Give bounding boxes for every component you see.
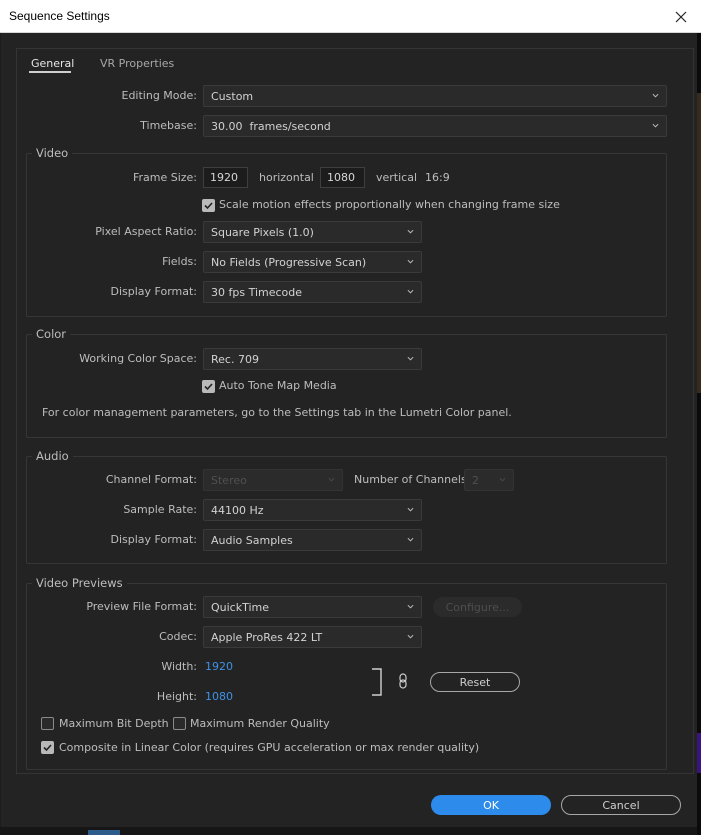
- timebase-value: 30.00 frames/second: [211, 119, 331, 133]
- codec-value: Apple ProRes 422 LT: [211, 630, 323, 644]
- sample-rate-value: 44100 Hz: [211, 503, 264, 517]
- auto-tone-map-checkbox[interactable]: [202, 380, 215, 393]
- tab-vr-properties[interactable]: VR Properties: [100, 57, 174, 70]
- window-title: Sequence Settings: [9, 9, 110, 23]
- video-group-label: Video: [32, 146, 73, 160]
- timebase-label: Timebase:: [140, 119, 197, 132]
- editing-mode-label: Editing Mode:: [121, 89, 198, 102]
- video-display-format-dropdown[interactable]: 30 fps Timecode: [203, 281, 422, 303]
- pixel-aspect-ratio-value: Square Pixels (1.0): [211, 225, 314, 239]
- scale-motion-label: Scale motion effects proportionally when…: [219, 198, 560, 211]
- chevron-down-icon: [652, 93, 659, 98]
- preview-file-format-dropdown[interactable]: QuickTime: [203, 596, 422, 618]
- background-strip-bottom: [0, 827, 697, 835]
- chain-link-icon[interactable]: [398, 673, 408, 689]
- composite-linear-checkbox[interactable]: [41, 741, 54, 754]
- chevron-down-icon: [407, 259, 414, 264]
- preview-width-value[interactable]: 1920: [205, 660, 233, 673]
- frame-height-input[interactable]: 1080: [320, 167, 365, 188]
- sample-rate-label: Sample Rate:: [123, 503, 197, 516]
- preview-file-format-value: QuickTime: [211, 600, 270, 614]
- video-display-format-label: Display Format:: [110, 285, 197, 298]
- channel-format-dropdown[interactable]: Stereo: [203, 469, 343, 491]
- chevron-down-icon: [407, 634, 414, 639]
- audio-group-label: Audio: [32, 449, 73, 463]
- chevron-down-icon: [328, 477, 335, 482]
- preview-file-format-label: Preview File Format:: [86, 600, 197, 613]
- preview-height-label: Height:: [156, 690, 197, 703]
- codec-label: Codec:: [159, 630, 197, 643]
- color-group-label: Color: [32, 327, 71, 341]
- aspect-ratio-text: 16:9: [425, 171, 450, 184]
- chevron-down-icon: [407, 229, 414, 234]
- chevron-down-icon: [407, 507, 414, 512]
- chevron-down-icon: [407, 604, 414, 609]
- preview-height-value[interactable]: 1080: [205, 690, 233, 703]
- close-icon: [675, 11, 687, 23]
- composite-linear-label: Composite in Linear Color (requires GPU …: [59, 741, 480, 754]
- max-render-quality-label: Maximum Render Quality: [190, 717, 330, 730]
- check-icon: [204, 383, 213, 391]
- preview-width-label: Width:: [161, 660, 197, 673]
- color-info-text: For color management parameters, go to t…: [42, 406, 512, 419]
- number-of-channels-label: Number of Channels:: [354, 473, 471, 486]
- working-color-space-value: Rec. 709: [211, 352, 259, 366]
- configure-button[interactable]: Configure...: [433, 597, 522, 617]
- working-color-space-dropdown[interactable]: Rec. 709: [203, 348, 422, 370]
- vertical-label: vertical: [376, 171, 418, 184]
- fields-label: Fields:: [162, 255, 197, 268]
- reset-button[interactable]: Reset: [430, 672, 520, 692]
- sample-rate-dropdown[interactable]: 44100 Hz: [203, 499, 422, 521]
- max-bit-depth-label: Maximum Bit Depth: [59, 717, 169, 730]
- audio-display-format-value: Audio Samples: [211, 533, 293, 547]
- tab-general[interactable]: General: [31, 57, 74, 70]
- chevron-down-icon: [407, 537, 414, 542]
- video-display-format-value: 30 fps Timecode: [211, 285, 303, 299]
- number-of-channels-value: 2: [472, 473, 479, 487]
- tab-active-indicator: [29, 71, 71, 73]
- codec-dropdown[interactable]: Apple ProRes 422 LT: [203, 626, 422, 648]
- pixel-aspect-ratio-label: Pixel Aspect Ratio:: [95, 225, 197, 238]
- timebase-dropdown[interactable]: 30.00 frames/second: [203, 115, 667, 137]
- frame-width-input[interactable]: 1920: [203, 167, 248, 188]
- chevron-down-icon: [652, 123, 659, 128]
- fields-value: No Fields (Progressive Scan): [211, 255, 367, 269]
- number-of-channels-dropdown[interactable]: 2: [464, 469, 514, 491]
- video-previews-group-label: Video Previews: [32, 576, 127, 590]
- cancel-button[interactable]: Cancel: [561, 795, 681, 815]
- horizontal-label: horizontal: [259, 171, 314, 184]
- editing-mode-dropdown[interactable]: Custom: [203, 85, 667, 107]
- background-strip: [697, 33, 701, 835]
- frame-size-label: Frame Size:: [132, 171, 197, 184]
- check-icon: [43, 744, 52, 752]
- max-bit-depth-checkbox[interactable]: [41, 717, 54, 730]
- chevron-down-icon: [499, 477, 506, 482]
- close-button[interactable]: [664, 4, 698, 30]
- audio-display-format-dropdown[interactable]: Audio Samples: [203, 529, 422, 551]
- audio-display-format-label: Display Format:: [110, 533, 197, 546]
- chevron-down-icon: [407, 289, 414, 294]
- max-render-quality-checkbox[interactable]: [173, 717, 186, 730]
- editing-mode-value: Custom: [211, 89, 254, 103]
- working-color-space-label: Working Color Space:: [79, 352, 197, 365]
- scale-motion-checkbox[interactable]: [202, 199, 215, 212]
- ok-button[interactable]: OK: [431, 795, 551, 815]
- channel-format-value: Stereo: [211, 473, 247, 487]
- fields-dropdown[interactable]: No Fields (Progressive Scan): [203, 251, 422, 273]
- auto-tone-map-label: Auto Tone Map Media: [219, 379, 337, 392]
- chevron-down-icon: [407, 356, 414, 361]
- pixel-aspect-ratio-dropdown[interactable]: Square Pixels (1.0): [203, 221, 422, 243]
- link-bracket-icon: [372, 668, 382, 696]
- channel-format-label: Channel Format:: [105, 473, 197, 486]
- check-icon: [204, 202, 213, 210]
